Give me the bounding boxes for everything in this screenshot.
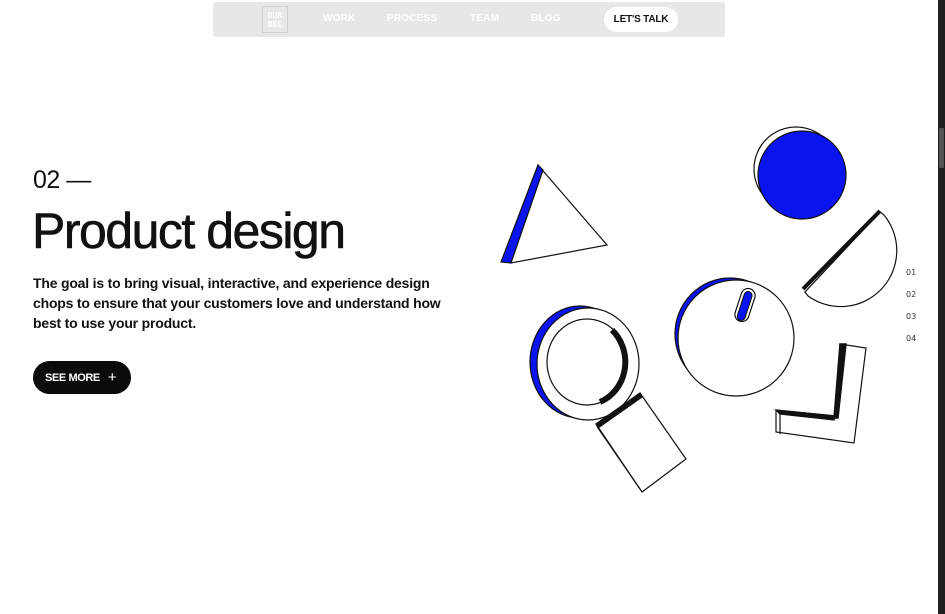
section-number: 02 —: [33, 166, 91, 194]
slide-indicator-03[interactable]: 03: [906, 312, 916, 334]
nav-link-process[interactable]: PROCESS: [387, 13, 437, 24]
plus-icon: +: [107, 369, 117, 386]
circle-with-slot-shape: [674, 277, 795, 397]
logo[interactable]: DUR DEC: [262, 6, 288, 33]
nav-link-blog[interactable]: BLOG: [531, 13, 561, 24]
nav-link-team[interactable]: TEAM: [470, 13, 499, 24]
see-more-label: SEE MORE: [45, 371, 100, 384]
blue-circle-shape: [753, 126, 847, 220]
slide-indicator: 01 02 03 04: [906, 268, 916, 356]
half-circle-shape: [801, 209, 898, 308]
scrollbar-thumb[interactable]: [939, 128, 944, 168]
see-more-button[interactable]: SEE MORE +: [33, 361, 131, 394]
slide-indicator-01[interactable]: 01: [906, 268, 916, 290]
ring-shape: [529, 305, 640, 421]
page: DUR DEC WORK PROCESS TEAM BLOG LET'S TAL…: [0, 0, 945, 614]
lets-talk-button[interactable]: LET'S TALK: [604, 7, 678, 32]
triangle-shape: [500, 163, 609, 264]
section-description: The goal is to bring visual, interactive…: [33, 275, 441, 331]
top-nav: DUR DEC WORK PROCESS TEAM BLOG LET'S TAL…: [213, 2, 725, 37]
slide-indicator-04[interactable]: 04: [906, 334, 916, 356]
slide-indicator-02[interactable]: 02: [906, 290, 916, 312]
scrollbar[interactable]: [938, 0, 945, 614]
logo-line-2: DEC: [267, 19, 283, 29]
logo-line-1: DUR: [267, 10, 283, 20]
nav-link-work[interactable]: WORK: [323, 13, 355, 24]
shapes-illustration: [500, 126, 898, 493]
page-title: Product design: [32, 203, 347, 260]
